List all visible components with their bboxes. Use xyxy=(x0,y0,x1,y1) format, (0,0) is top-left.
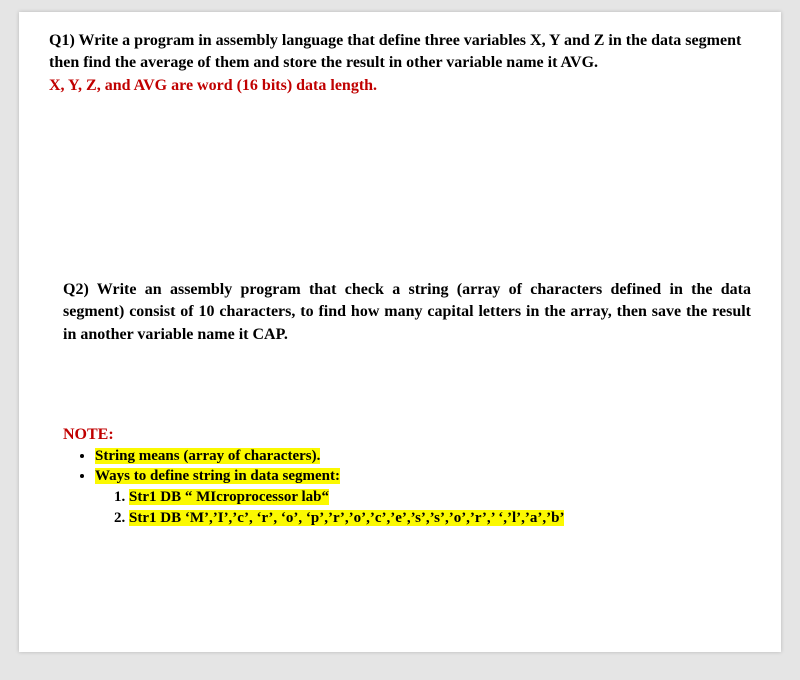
note-bullet-2-text: Ways to define string in data segment: xyxy=(95,468,340,484)
note-bullet-1-text: String means (array of characters). xyxy=(95,448,320,464)
q2-text: Q2) Write an assembly program that check… xyxy=(63,279,751,346)
note-num-2-text: Str1 DB ‘M’,’I’,’c’, ‘r’, ‘o’, ‘p’,’r’,’… xyxy=(129,510,564,526)
note-num-2: Str1 DB ‘M’,’I’,’c’, ‘r’, ‘o’, ‘p’,’r’,’… xyxy=(129,508,751,528)
note-numbered-list: Str1 DB “ MIcroprocessor lab“ Str1 DB ‘M… xyxy=(129,487,751,528)
spacer xyxy=(49,99,751,279)
q1-text-red: X, Y, Z, and AVG are word (16 bits) data… xyxy=(49,75,751,97)
note-bullet-2: Ways to define string in data segment: S… xyxy=(95,466,751,528)
note-num-1: Str1 DB “ MIcroprocessor lab“ xyxy=(129,487,751,507)
q1-text: Q1) Write a program in assembly language… xyxy=(49,30,751,73)
note-section: NOTE: String means (array of characters)… xyxy=(63,426,751,528)
spacer xyxy=(49,346,751,426)
document-page: Q1) Write a program in assembly language… xyxy=(19,12,781,652)
note-num-1-text: Str1 DB “ MIcroprocessor lab“ xyxy=(129,489,329,505)
note-title: NOTE: xyxy=(63,426,114,443)
note-bullet-1: String means (array of characters). xyxy=(95,446,751,466)
note-bullet-list: String means (array of characters). Ways… xyxy=(95,446,751,528)
